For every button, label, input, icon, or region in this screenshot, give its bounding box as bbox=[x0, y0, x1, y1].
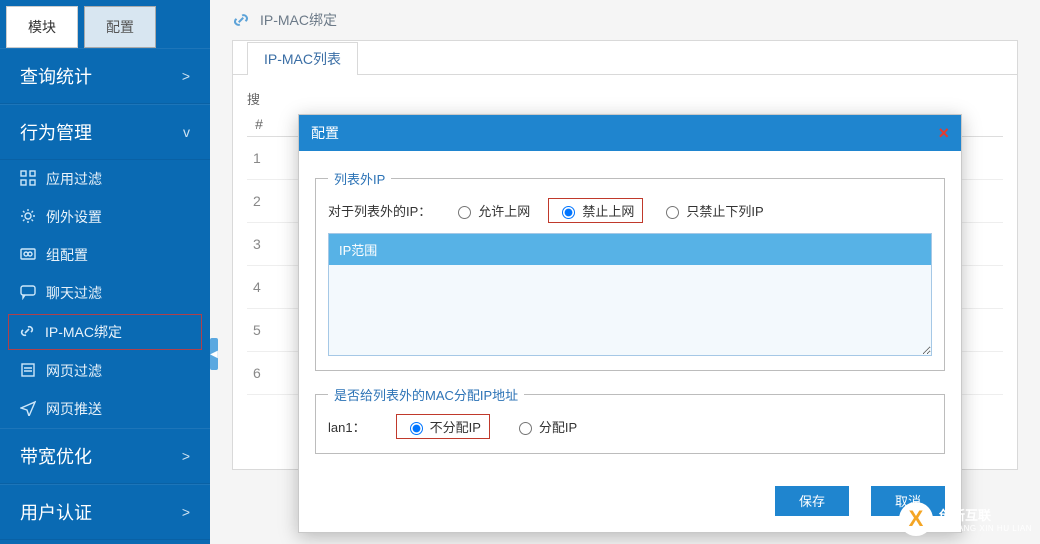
brand-line2: CHUANG XIN HU LIAN bbox=[939, 524, 1032, 533]
radio-label: 只禁止下列IP bbox=[686, 201, 763, 220]
breadcrumb: IP-MAC绑定 bbox=[210, 0, 1040, 40]
gear-icon bbox=[20, 208, 38, 226]
chevron-right-icon: > bbox=[182, 448, 190, 464]
fieldset-mac-assign: 是否给列表外的MAC分配IP地址 lan1： 不分配IP 分配IP bbox=[315, 385, 945, 454]
radio-allow[interactable]: 允许上网 bbox=[453, 201, 530, 220]
radio-block-input[interactable] bbox=[562, 206, 575, 219]
config-dialog: 配置 × 列表外IP 对于列表外的IP： 允许上网 禁止上网 只禁止下列IP bbox=[298, 114, 962, 533]
nav-group-userauth[interactable]: 用户认证 > bbox=[0, 484, 210, 540]
tab-module[interactable]: 模块 bbox=[6, 6, 78, 48]
brand-watermark: X 创新互联 CHUANG XIN HU LIAN bbox=[899, 502, 1032, 536]
outside-ip-prompt: 对于列表外的IP： bbox=[328, 201, 431, 220]
sidebar-item-web-filter[interactable]: 网页过滤 bbox=[0, 352, 210, 390]
sidebar-item-label: IP-MAC绑定 bbox=[45, 322, 122, 342]
dialog-body: 列表外IP 对于列表外的IP： 允许上网 禁止上网 只禁止下列IP IP范围 bbox=[299, 151, 961, 478]
chevron-down-icon: v bbox=[183, 124, 190, 140]
sidebar-item-label: 网页推送 bbox=[46, 399, 102, 419]
chevron-right-icon: > bbox=[182, 68, 190, 84]
radio-assign[interactable]: 分配IP bbox=[514, 417, 577, 436]
sidebar-item-label: 例外设置 bbox=[46, 207, 102, 227]
users-icon bbox=[20, 246, 38, 264]
nav-group-label: 行为管理 bbox=[20, 119, 92, 145]
search-label: 搜 bbox=[247, 92, 260, 107]
sidebar-item-label: 应用过滤 bbox=[46, 169, 102, 189]
sidebar-item-web-push[interactable]: 网页推送 bbox=[0, 390, 210, 428]
radio-assign-input[interactable] bbox=[519, 422, 532, 435]
link-icon bbox=[19, 323, 37, 341]
sidebar-item-group-config[interactable]: 组配置 bbox=[0, 236, 210, 274]
fieldset-legend: 列表外IP bbox=[328, 169, 391, 188]
tab-config[interactable]: 配置 bbox=[84, 6, 156, 48]
sidebar-item-label: 网页过滤 bbox=[46, 361, 102, 381]
tab-ipmac-list[interactable]: IP-MAC列表 bbox=[247, 42, 358, 75]
ip-range-body[interactable] bbox=[329, 265, 931, 355]
chevron-right-icon: > bbox=[182, 504, 190, 520]
ip-range-box: IP范围 bbox=[328, 233, 932, 356]
radio-no-assign-input[interactable] bbox=[410, 422, 423, 435]
dialog-header[interactable]: 配置 × bbox=[299, 115, 961, 151]
nav-group-behavior[interactable]: 行为管理 v bbox=[0, 104, 210, 160]
nav-group-label: 用户认证 bbox=[20, 499, 92, 525]
close-icon[interactable]: × bbox=[938, 115, 949, 151]
link-icon bbox=[232, 11, 250, 29]
column-hash: # bbox=[247, 116, 271, 132]
save-button[interactable]: 保存 bbox=[775, 486, 849, 516]
radio-label: 分配IP bbox=[539, 417, 577, 436]
dialog-buttons: 保存 取消 bbox=[299, 478, 961, 532]
radio-block-list[interactable]: 只禁止下列IP bbox=[661, 201, 763, 220]
radio-block[interactable]: 禁止上网 bbox=[548, 198, 643, 223]
radio-label: 禁止上网 bbox=[582, 201, 634, 220]
sidebar-item-chat-filter[interactable]: 聊天过滤 bbox=[0, 274, 210, 312]
nav-group-stats[interactable]: 查询统计 > bbox=[0, 48, 210, 104]
radio-no-assign[interactable]: 不分配IP bbox=[396, 414, 490, 439]
nav-group-bandwidth[interactable]: 带宽优化 > bbox=[0, 428, 210, 484]
sidebar-tabbar: 模块 配置 bbox=[0, 0, 210, 48]
radio-label: 不分配IP bbox=[430, 417, 481, 436]
dialog-title: 配置 bbox=[311, 115, 339, 151]
brand-line1: 创新互联 bbox=[939, 505, 1032, 524]
grid-icon bbox=[20, 170, 38, 188]
page-icon bbox=[20, 362, 38, 380]
sidebar-item-label: 聊天过滤 bbox=[46, 283, 102, 303]
fieldset-outside-ip: 列表外IP 对于列表外的IP： 允许上网 禁止上网 只禁止下列IP IP范围 bbox=[315, 169, 945, 371]
radio-label: 允许上网 bbox=[478, 201, 530, 220]
lan-label: lan1： bbox=[328, 417, 366, 436]
sidebar-item-ipmac-bind[interactable]: IP-MAC绑定 bbox=[8, 314, 202, 350]
send-icon bbox=[20, 400, 38, 418]
radio-block-list-input[interactable] bbox=[666, 206, 679, 219]
sidebar-item-app-filter[interactable]: 应用过滤 bbox=[0, 160, 210, 198]
ip-range-header: IP范围 bbox=[329, 234, 931, 265]
search-row: 搜 bbox=[247, 89, 1003, 108]
lan-row: lan1： 不分配IP 分配IP bbox=[328, 414, 932, 439]
sidebar-item-label: 组配置 bbox=[46, 245, 88, 265]
brand-text: 创新互联 CHUANG XIN HU LIAN bbox=[939, 505, 1032, 533]
radio-allow-input[interactable] bbox=[458, 206, 471, 219]
breadcrumb-title: IP-MAC绑定 bbox=[260, 10, 337, 30]
nav-group-label: 查询统计 bbox=[20, 63, 92, 89]
fieldset-legend: 是否给列表外的MAC分配IP地址 bbox=[328, 385, 524, 404]
brand-icon: X bbox=[899, 502, 933, 536]
sidebar-item-exception[interactable]: 例外设置 bbox=[0, 198, 210, 236]
sidebar: 模块 配置 查询统计 > 行为管理 v 应用过滤 例外设置 组配置 聊天过滤 I… bbox=[0, 0, 210, 544]
nav-group-label: 带宽优化 bbox=[20, 443, 92, 469]
panel-tabs: IP-MAC列表 bbox=[233, 41, 1017, 75]
chat-icon bbox=[20, 284, 38, 302]
outside-ip-radio-row: 对于列表外的IP： 允许上网 禁止上网 只禁止下列IP bbox=[328, 198, 932, 223]
